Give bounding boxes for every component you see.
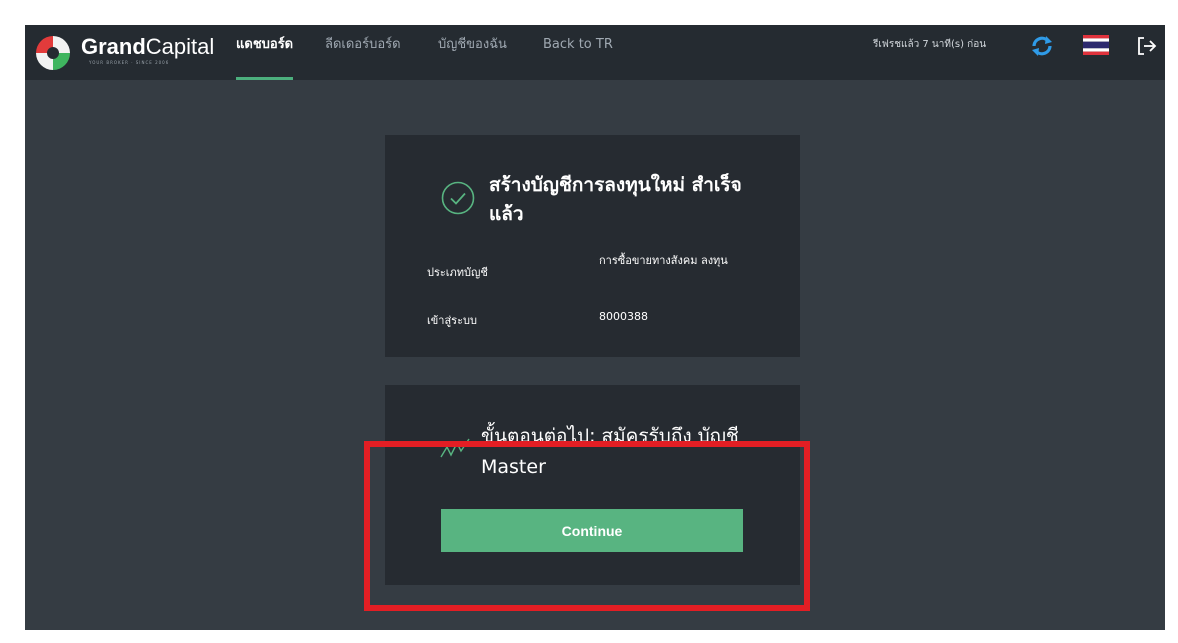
logo-tagline: YOUR BROKER · SINCE 2006	[89, 60, 170, 65]
account-created-card: สร้างบัญชีการลงทุนใหม่ สำเร็จแล้ว ประเภท…	[385, 135, 800, 357]
logo-mark-icon	[36, 36, 70, 70]
success-title: สร้างบัญชีการลงทุนใหม่ สำเร็จแล้ว	[489, 174, 742, 225]
login-label: เข้าสู่ระบบ	[427, 314, 477, 327]
login-value: 8000388	[599, 310, 648, 323]
nav-tab-leaderboard[interactable]: ลีดเดอร์บอร์ด	[325, 25, 401, 80]
next-step-card: ขั้นตอนต่อไป: สมัครรับถึง บัญชี Master C…	[385, 385, 800, 585]
grandcapital-logo[interactable]: GrandCapital YOUR BROKER · SINCE 2006	[33, 25, 223, 80]
next-step-title: ขั้นตอนต่อไป: สมัครรับถึง บัญชี Master	[481, 425, 739, 478]
account-type-label: ประเภทบัญชี	[427, 266, 488, 279]
nav-tab-my-accounts[interactable]: บัญชีของฉัน	[438, 25, 507, 80]
continue-button[interactable]: Continue	[441, 509, 743, 552]
top-navigation-bar: GrandCapital YOUR BROKER · SINCE 2006 แด…	[25, 25, 1165, 80]
thai-flag-icon[interactable]	[1083, 35, 1109, 55]
logo-wordmark: GrandCapital	[81, 34, 215, 59]
next-step-arrow-icon	[440, 438, 470, 458]
nav-tab-dashboard[interactable]: แดชบอร์ด	[236, 25, 294, 80]
app-window: GrandCapital YOUR BROKER · SINCE 2006 แด…	[25, 25, 1165, 630]
refresh-icon[interactable]	[1030, 34, 1054, 58]
refresh-status-text: รีเฟรชแล้ว 7 นาที(s) ก่อน	[873, 39, 987, 50]
logout-icon[interactable]	[1135, 34, 1159, 58]
account-type-value: การซื้อขายทางสังคม ลงทุน	[599, 254, 728, 267]
nav-tab-back-to-tr[interactable]: Back to TR	[543, 25, 613, 80]
success-check-icon	[441, 181, 475, 215]
